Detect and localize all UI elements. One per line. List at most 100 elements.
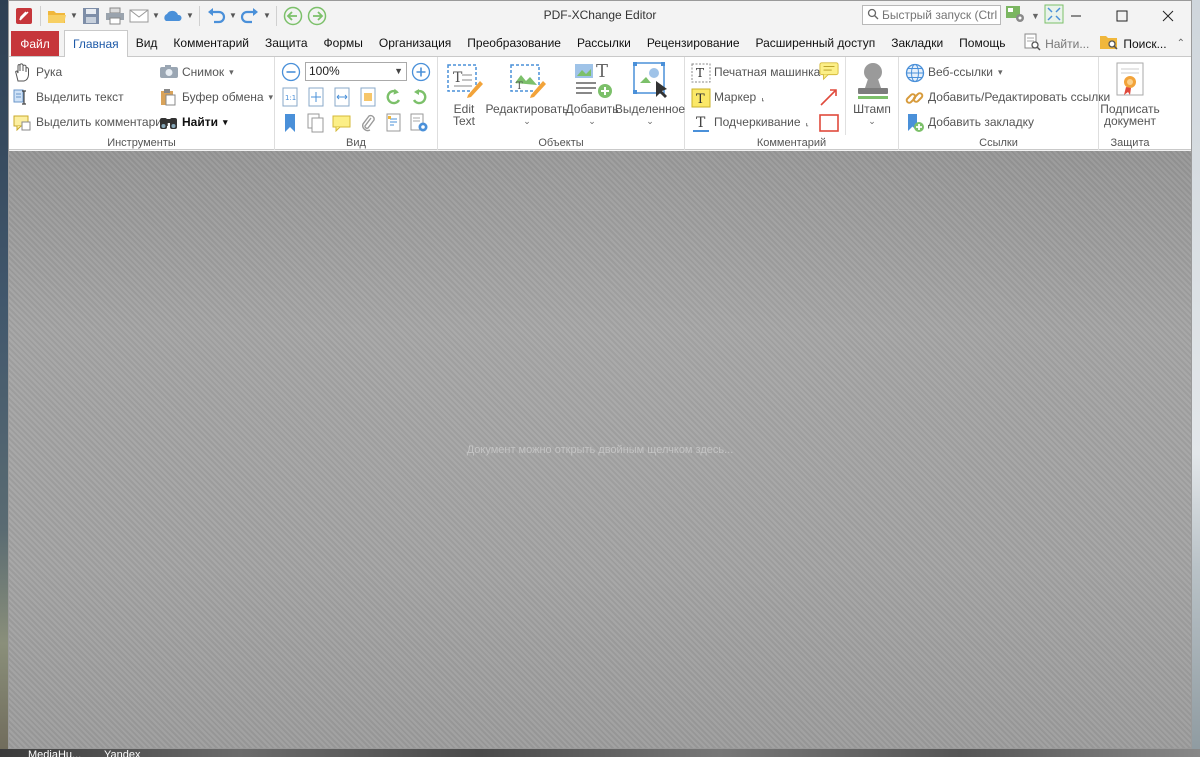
- sign-document-button[interactable]: Подписать документ: [1100, 61, 1160, 127]
- tab-share[interactable]: Расширенный доступ: [748, 30, 884, 56]
- group-label-objects: Объекты: [538, 137, 584, 149]
- stamp-icon: [854, 61, 890, 99]
- tab-home[interactable]: Главная: [64, 30, 128, 57]
- underline-button[interactable]: T Подчеркивание ⸤: [691, 113, 809, 132]
- chevron-down-icon[interactable]: ▼: [70, 11, 78, 20]
- select-text-button[interactable]: Выделить текст: [13, 88, 124, 106]
- chevron-down-icon: ▼: [394, 66, 403, 76]
- undo-icon[interactable]: [205, 5, 227, 27]
- ribbon: Рука Выделить текст Выделить комментарии…: [9, 56, 1191, 150]
- forward-arrow-icon[interactable]: [306, 5, 328, 27]
- chevron-down-icon[interactable]: ▼: [229, 11, 237, 20]
- clipboard-button[interactable]: Буфер обмена ▾: [159, 88, 273, 106]
- email-icon[interactable]: [128, 5, 150, 27]
- note-icon[interactable]: [819, 61, 839, 81]
- maximize-button[interactable]: [1099, 1, 1145, 30]
- quick-launch-search[interactable]: [862, 5, 1001, 25]
- chevron-down-icon[interactable]: ▼: [263, 11, 271, 20]
- hand-tool-button[interactable]: Рука: [13, 63, 63, 82]
- tab-forms[interactable]: Формы: [316, 30, 371, 56]
- search-icon: [867, 8, 879, 23]
- tab-file[interactable]: Файл: [11, 31, 59, 56]
- edit-text-button[interactable]: T Edit Text: [442, 61, 486, 127]
- select-comments-button[interactable]: Выделить комментарии: [13, 113, 169, 132]
- tab-convert[interactable]: Преобразование: [459, 30, 569, 56]
- tab-organize[interactable]: Организация: [371, 30, 459, 56]
- fit-visible-icon[interactable]: [358, 87, 378, 107]
- marker-button[interactable]: T Маркер ⸤: [691, 88, 765, 108]
- back-arrow-icon[interactable]: [282, 5, 304, 27]
- certificate-icon: [1112, 61, 1148, 99]
- print-icon[interactable]: [104, 5, 126, 27]
- rotate-left-icon[interactable]: [384, 87, 404, 107]
- chevron-down-icon[interactable]: ▼: [186, 11, 194, 20]
- desktop-icon-label[interactable]: MediaHu...: [28, 749, 81, 757]
- find-label: Найти...: [1045, 36, 1090, 51]
- add-bookmark-button[interactable]: Добавить закладку: [905, 113, 1034, 132]
- arrow-icon[interactable]: [819, 87, 839, 107]
- title-bar: ▼ ▼ ▼ ▼ ▼ PDF-XChange Editor Быстрый зап…: [9, 1, 1191, 30]
- find-button[interactable]: Найти...: [1023, 33, 1089, 54]
- typewriter-button[interactable]: T Печатная машинка: [691, 63, 820, 83]
- chevron-down-icon: ⌄: [868, 116, 876, 126]
- tab-comment[interactable]: Комментарий: [165, 30, 257, 56]
- quick-launch-input[interactable]: [882, 8, 997, 22]
- add-object-button[interactable]: T Добавить ⌄: [565, 61, 619, 127]
- chevron-down-icon[interactable]: ▼: [1031, 11, 1040, 21]
- add-edit-links-button[interactable]: Добавить/Редактировать ссылки: [905, 88, 1110, 106]
- search-button[interactable]: Поиск...: [1099, 33, 1167, 54]
- open-document-hint: Документ можно открыть двойным щелчком з…: [466, 444, 734, 456]
- tab-view[interactable]: Вид: [128, 30, 166, 56]
- underline-icon: T: [691, 113, 709, 132]
- tab-protect[interactable]: Защита: [257, 30, 316, 56]
- page-properties-icon[interactable]: [384, 113, 404, 133]
- edit-objects-button[interactable]: T Редактировать ⌄: [486, 61, 568, 127]
- document-area[interactable]: Документ можно открыть двойным щелчком з…: [9, 151, 1191, 748]
- hand-label: Рука: [36, 65, 63, 79]
- attachments-icon[interactable]: [358, 113, 378, 133]
- tab-help[interactable]: Помощь: [951, 30, 1013, 56]
- close-button[interactable]: [1145, 1, 1191, 30]
- rectangle-icon[interactable]: [819, 113, 839, 133]
- actual-size-icon[interactable]: 1:1: [280, 87, 300, 107]
- separator: [276, 5, 277, 26]
- hand-icon: [13, 63, 31, 82]
- search-label: Поиск...: [1123, 36, 1167, 51]
- underline-label: Подчеркивание: [714, 115, 801, 129]
- app-logo-icon[interactable]: [13, 5, 35, 27]
- open-folder-icon[interactable]: [46, 5, 68, 27]
- zoom-value: 100%: [309, 64, 340, 78]
- comments-pane-icon[interactable]: [332, 113, 352, 133]
- document-settings-icon[interactable]: [409, 113, 429, 133]
- chevron-down-icon[interactable]: ▼: [152, 11, 160, 20]
- tab-bookmarks[interactable]: Закладки: [883, 30, 951, 56]
- desktop-icon-label[interactable]: Yandex: [104, 749, 141, 757]
- chevron-down-icon: ▾: [229, 66, 234, 77]
- tab-mailings[interactable]: Рассылки: [569, 30, 639, 56]
- tab-review[interactable]: Рецензирование: [639, 30, 748, 56]
- save-icon[interactable]: [80, 5, 102, 27]
- fit-page-icon[interactable]: [306, 87, 326, 107]
- thumbnails-icon[interactable]: [306, 113, 326, 133]
- zoom-select[interactable]: 100% ▼: [305, 62, 407, 81]
- find-tool-button[interactable]: Найти ▾: [159, 113, 228, 131]
- zoom-out-icon[interactable]: [281, 62, 301, 82]
- minimize-button[interactable]: [1053, 1, 1099, 30]
- stamp-button[interactable]: Штамп ⌄: [849, 61, 895, 127]
- redo-icon[interactable]: [239, 5, 261, 27]
- snapshot-button[interactable]: Снимок ▾: [159, 63, 234, 81]
- rotate-right-icon[interactable]: [409, 87, 429, 107]
- chevron-down-icon: ⌄: [588, 116, 596, 126]
- group-label-tools: Инструменты: [107, 137, 176, 149]
- selected-object-icon: [632, 61, 668, 99]
- search-folder-icon: [1099, 33, 1119, 54]
- bookmark-icon[interactable]: [280, 113, 300, 133]
- selected-object-button[interactable]: Выделенное ⌄: [615, 61, 685, 127]
- zoom-in-icon[interactable]: [411, 62, 431, 82]
- cloud-icon[interactable]: [162, 5, 184, 27]
- add-object-label: Добавить: [565, 102, 619, 116]
- fit-width-icon[interactable]: [332, 87, 352, 107]
- collapse-ribbon-icon[interactable]: ⌃: [1177, 38, 1185, 49]
- customize-ui-icon[interactable]: [1005, 4, 1027, 27]
- web-links-button[interactable]: Веб-ссылки ▾: [905, 63, 1003, 83]
